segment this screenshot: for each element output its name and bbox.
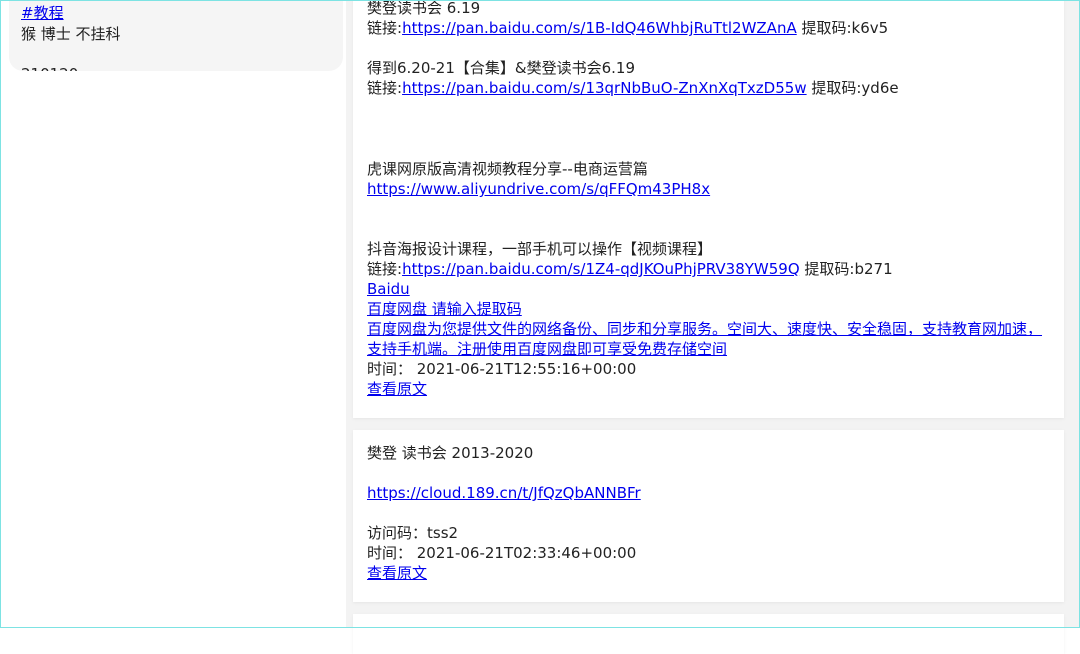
preview-site-link[interactable]: Baidu <box>367 279 410 299</box>
link-prefix: 链接: <box>367 260 403 278</box>
link-prefix: 链接: <box>367 19 403 37</box>
link-line: 链接:https://pan.baidu.com/s/1B-IdQ46WhbjR… <box>367 18 888 38</box>
tag-link[interactable]: #教程 <box>21 3 64 23</box>
view-original-link[interactable]: 查看原文 <box>367 379 427 399</box>
sidebar-card: #教程 猴 博士 不挂科 210120 <box>9 0 343 71</box>
share-link[interactable]: https://pan.baidu.com/s/1Z4-qdJKOuPhjPRV… <box>402 260 800 278</box>
extract-code: 提取码:yd6e <box>806 79 899 97</box>
access-code: 访问码：tss2 <box>367 524 459 542</box>
post-card: 樊登读书会 6.19 链接:https://pan.baidu.com/s/1B… <box>353 0 1064 418</box>
share-link[interactable]: https://www.aliyundrive.com/s/qFFQm43PH8… <box>367 180 710 198</box>
post-card <box>353 614 1064 654</box>
extract-code: 提取码:b271 <box>799 260 893 278</box>
sidebar-card-text: 猴 博士 不挂科 <box>21 25 121 43</box>
view-original-link[interactable]: 查看原文 <box>367 563 427 583</box>
post-timestamp: 时间： 2021-06-21T02:33:46+00:00 <box>367 544 637 562</box>
link-prefix: 链接: <box>367 79 403 97</box>
post-title: 得到6.20-21【合集】&樊登读书会6.19 <box>367 59 635 77</box>
preview-description-link[interactable]: 百度网盘为您提供文件的网络备份、同步和分享服务。空间大、速度快、安全稳固，支持教… <box>367 319 1042 359</box>
post-title: 樊登读书会 6.19 <box>367 0 481 17</box>
preview-title-link[interactable]: 百度网盘 请输入提取码 <box>367 299 522 319</box>
post-title: 虎课网原版高清视频教程分享--电商运营篇 <box>367 160 648 178</box>
post-timestamp: 时间： 2021-06-21T12:55:16+00:00 <box>367 360 637 378</box>
share-link[interactable]: https://pan.baidu.com/s/1B-IdQ46WhbjRuTt… <box>402 19 797 37</box>
post-title: 樊登 读书会 2013-2020 <box>367 444 534 462</box>
link-line: 链接:https://pan.baidu.com/s/13qrNbBuO-ZnX… <box>367 78 899 98</box>
share-link[interactable]: https://cloud.189.cn/t/JfQzQbANNBFr <box>367 483 641 503</box>
sidebar-card-number: 210120 <box>21 64 78 71</box>
post-title: 抖音海报设计课程，一部手机可以操作【视频课程】 <box>367 240 713 258</box>
share-link[interactable]: https://pan.baidu.com/s/13qrNbBuO-ZnXnXq… <box>402 79 807 97</box>
post-card: 樊登 读书会 2013-2020 https://cloud.189.cn/t/… <box>353 430 1064 602</box>
link-line: https://www.aliyundrive.com/s/qFFQm43PH8… <box>367 179 710 199</box>
link-line: 链接:https://pan.baidu.com/s/1Z4-qdJKOuPhj… <box>367 259 893 279</box>
extract-code: 提取码:k6v5 <box>796 19 889 37</box>
message-feed[interactable]: 樊登读书会 6.19 链接:https://pan.baidu.com/s/1B… <box>346 0 1080 654</box>
